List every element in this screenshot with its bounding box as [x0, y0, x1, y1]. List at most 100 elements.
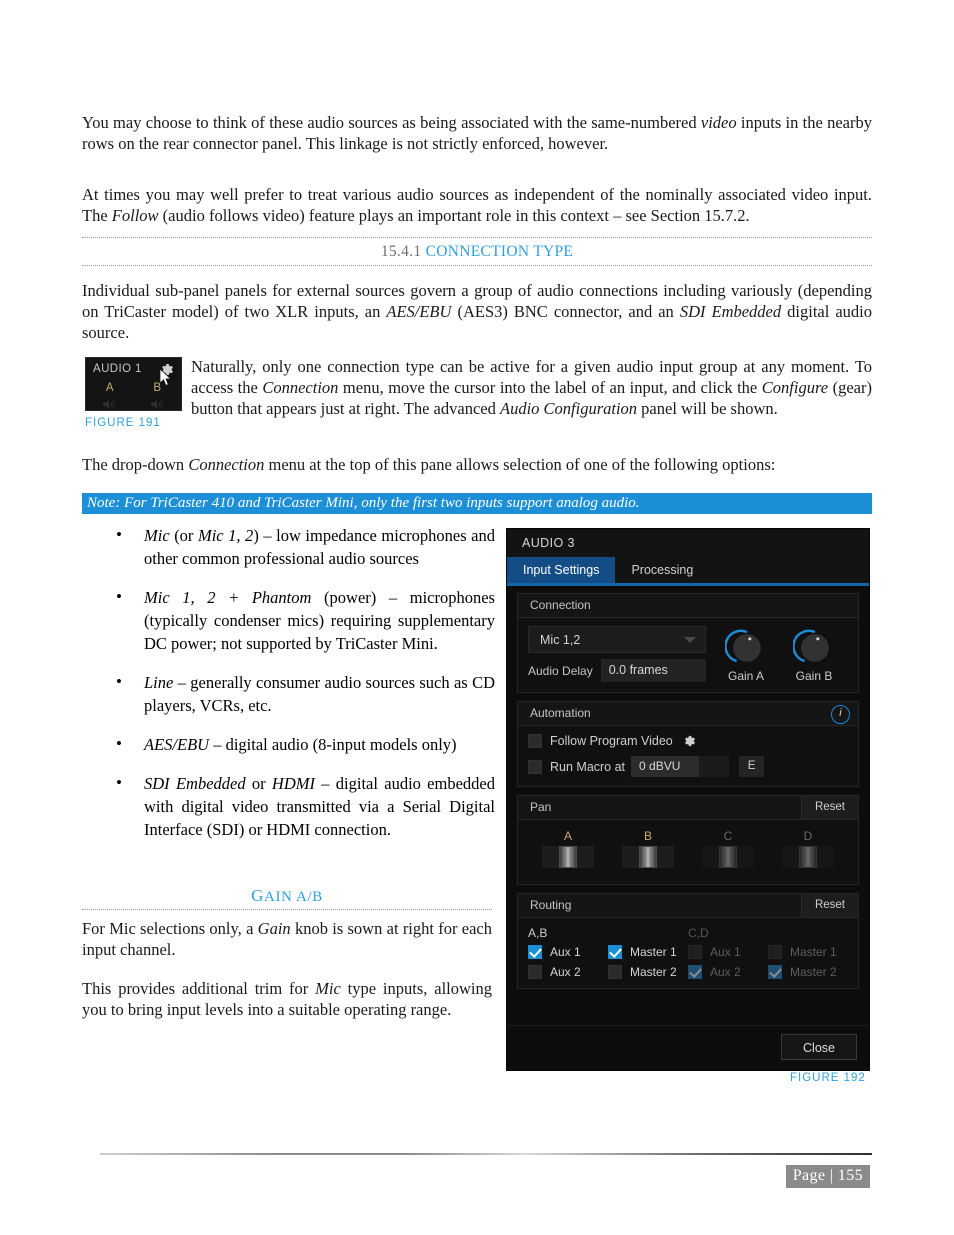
p3-emph-sdi: SDI Embedded: [679, 302, 782, 321]
bullet-0-lead: Mic: [144, 526, 170, 545]
speaker-icon-b: [134, 398, 182, 410]
routing-ab-aux2[interactable]: Aux 2: [528, 965, 608, 979]
follow-settings-gear-icon[interactable]: [682, 734, 696, 748]
macro-edit-button[interactable]: E: [739, 756, 765, 777]
routing-cd-master1-label: Master 1: [790, 945, 837, 959]
pan-label-a: A: [563, 829, 572, 843]
routing-ab-aux1[interactable]: Aux 1: [528, 945, 608, 959]
figure-191-image: AUDIO 1 A B: [85, 357, 182, 411]
panel-tabbar: Input Settings Processing: [507, 557, 869, 586]
audio-delay-label: Audio Delay: [528, 663, 593, 678]
automation-group-label: Automation: [530, 706, 591, 720]
pan-channel-a: A: [528, 829, 608, 873]
bullet-2-lead: Line: [144, 673, 174, 692]
bullet-3-lead: AES/EBU: [144, 735, 210, 754]
routing-group-label: Routing: [530, 898, 572, 912]
routing-column-ab: A,B Aux 1 Master 1 Aux 2 Master 2: [528, 926, 688, 979]
section-heading: 15.4.1 CONNECTION TYPE: [82, 237, 872, 266]
panel-title: AUDIO 3: [507, 529, 869, 557]
routing-ab-master1-checkbox[interactable]: [608, 945, 622, 959]
connection-options-list: Mic (or Mic 1, 2) – low impedance microp…: [110, 523, 495, 857]
automation-group: Automation i Follow Program Video Run Ma…: [517, 701, 859, 787]
gain-a-label: Gain A: [727, 669, 765, 683]
pan-group: Pan Reset A B C D: [517, 795, 859, 885]
automation-group-header: Automation i: [518, 702, 858, 726]
channel-a-label: A: [105, 382, 114, 394]
follow-program-video-label: Follow Program Video: [550, 734, 673, 748]
paragraph-7: This provides additional trim for Mic ty…: [82, 978, 492, 1020]
close-button[interactable]: Close: [781, 1034, 857, 1060]
section-title: CONNECTION TYPE: [425, 243, 574, 260]
connection-group-label: Connection: [530, 598, 591, 612]
audio-1-label: AUDIO 1: [93, 363, 142, 375]
note-text: Note: For TriCaster 410 and TriCaster Mi…: [87, 495, 640, 511]
p1-text-a: You may choose to think of these audio s…: [82, 113, 701, 132]
run-macro-label: Run Macro at: [550, 759, 626, 774]
routing-ab-aux2-label: Aux 2: [550, 965, 581, 979]
p6-emph-gain: Gain: [257, 919, 291, 938]
bullet-4-lead: SDI Embedded: [144, 774, 246, 793]
pan-slider-d: [782, 846, 834, 868]
automation-group-body: Follow Program Video Run Macro at 0 dBVU…: [518, 726, 858, 786]
routing-cd-master2: Master 2: [768, 965, 848, 979]
bullet-0-mid: (or: [169, 526, 198, 545]
paragraph-5: The drop-down Connection menu at the top…: [82, 454, 872, 475]
p4-text-b: menu, move the cursor into the label of …: [338, 378, 762, 397]
tab-processing[interactable]: Processing: [615, 557, 709, 583]
pan-reset-button[interactable]: Reset: [800, 796, 858, 819]
p3-emph-aesebu: AES/EBU: [386, 302, 452, 321]
bullet-1-lead: Mic 1, 2 + Phantom: [144, 588, 312, 607]
channel-b-label: B: [153, 382, 162, 394]
pan-slider-a[interactable]: [542, 846, 594, 868]
pan-thumb-b[interactable]: [639, 846, 657, 868]
routing-ab-aux1-checkbox[interactable]: [528, 945, 542, 959]
gain-a-knob[interactable]: [725, 626, 767, 668]
audio-delay-field[interactable]: 0.0 frames: [600, 659, 706, 682]
routing-ab-title: A,B: [528, 926, 548, 940]
connection-group: Connection Mic 1,2 Audio Delay 0.0 frame…: [517, 593, 859, 693]
routing-reset-button[interactable]: Reset: [800, 894, 858, 917]
gain-b-knob[interactable]: [793, 626, 835, 668]
bullet-0-lead2: Mic 1, 2: [197, 526, 254, 545]
routing-ab-aux2-checkbox[interactable]: [528, 965, 542, 979]
document-page: You may choose to think of these audio s…: [0, 0, 954, 1235]
routing-cd-aux2: Aux 2: [688, 965, 768, 979]
pan-slider-b[interactable]: [622, 846, 674, 868]
pan-group-header: Pan Reset: [518, 796, 858, 820]
routing-ab-master2-label: Master 2: [630, 965, 677, 979]
audio-configuration-panel: AUDIO 3 Input Settings Processing Connec…: [506, 528, 870, 1071]
pan-label-d: D: [803, 829, 813, 843]
routing-cd-master1-checkbox: [768, 945, 782, 959]
routing-cd-master2-checkbox: [768, 965, 782, 979]
routing-ab-master1[interactable]: Master 1: [608, 945, 688, 959]
tab-input-settings[interactable]: Input Settings: [507, 557, 616, 583]
pan-label-b: B: [643, 829, 652, 843]
pan-thumb-a[interactable]: [559, 846, 577, 868]
run-macro-row: Run Macro at 0 dBVU E: [528, 756, 848, 777]
p4-emph-audio-config: Audio Configuration: [499, 399, 638, 418]
pan-label-c: C: [723, 829, 733, 843]
follow-program-video-checkbox[interactable]: [528, 734, 542, 748]
run-macro-checkbox[interactable]: [528, 759, 542, 774]
routing-group-body: A,B Aux 1 Master 1 Aux 2 Master 2 C,D Au…: [518, 918, 858, 988]
routing-ab-master2-checkbox[interactable]: [608, 965, 622, 979]
p7-text-a: This provides additional trim for: [82, 979, 316, 998]
list-item: Mic 1, 2 + Phantom (power) – microphones…: [110, 585, 495, 655]
p4-emph-configure: Configure: [761, 378, 829, 397]
pan-thumb-c: [719, 846, 737, 868]
macro-threshold-field[interactable]: 0 dBVU: [631, 756, 700, 777]
routing-group-header: Routing Reset: [518, 894, 858, 918]
routing-group: Routing Reset A,B Aux 1 Master 1 Aux 2 M…: [517, 893, 859, 989]
connection-type-dropdown[interactable]: Mic 1,2: [528, 626, 706, 653]
bullet-3-rest: – digital audio (8-input models only): [209, 735, 457, 754]
routing-cd-master1: Master 1: [768, 945, 848, 959]
info-icon[interactable]: i: [831, 705, 850, 724]
subsection-heading-gain: GAIN A/B: [82, 886, 492, 910]
pan-group-body: A B C D: [518, 820, 858, 884]
gain-knobs: Gain A Gain B: [706, 626, 848, 683]
macro-name-field[interactable]: [699, 756, 730, 777]
routing-ab-master2[interactable]: Master 2: [608, 965, 688, 979]
figure-191-speaker-row: [86, 398, 182, 410]
routing-column-cd: C,D Aux 1 Master 1 Aux 2 Master 2: [688, 926, 848, 979]
list-item: Line – generally consumer audio sources …: [110, 670, 495, 717]
